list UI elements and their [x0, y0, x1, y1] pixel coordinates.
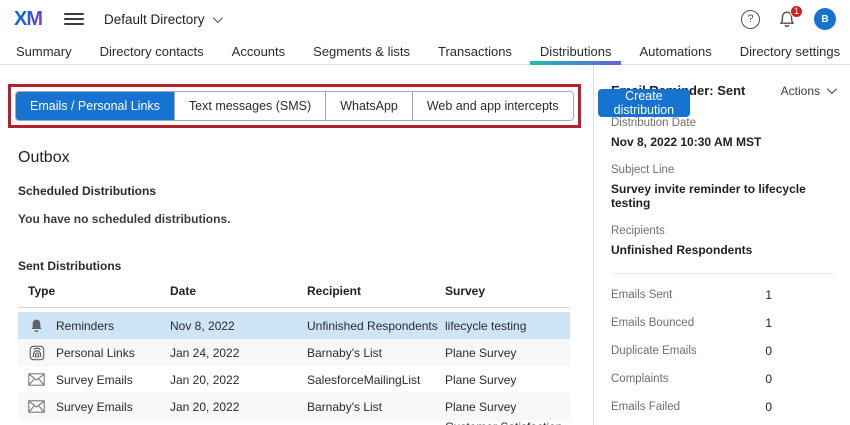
tab-automations[interactable]: Automations	[625, 38, 725, 64]
tab-directory-settings[interactable]: Directory settings	[726, 38, 850, 64]
directory-nav: Summary Directory contacts Accounts Segm…	[0, 38, 850, 65]
scheduled-empty-message: You have no scheduled distributions.	[18, 212, 593, 226]
row-date: Jan 20, 2022	[170, 373, 307, 387]
row-survey: Plane Survey	[445, 373, 570, 387]
directory-selector-label: Default Directory	[104, 12, 205, 27]
table-row[interactable]: Survey Emails Jun 29, 2021 Bounced Email…	[18, 420, 570, 425]
row-recipient: Barnaby's List	[307, 400, 445, 414]
chevron-down-icon	[213, 13, 223, 23]
stat-complaints: Complaints 0	[611, 372, 772, 386]
outbox-title: Outbox	[18, 149, 593, 167]
distribution-date-value: Nov 8, 2022 10:30 AM MST	[611, 135, 834, 149]
sent-distributions-heading: Sent Distributions	[18, 259, 593, 273]
topbar: XM Default Directory ? 1 B	[0, 0, 850, 38]
row-recipient: Unfinished Respondents	[307, 319, 445, 333]
table-row[interactable]: Reminders Nov 8, 2022 Unfinished Respond…	[18, 312, 570, 339]
avatar[interactable]: B	[814, 8, 836, 30]
stat-emails-bounced: Emails Bounced 1	[611, 316, 772, 330]
column-header-recipient: Recipient	[307, 284, 445, 298]
row-date: Jan 24, 2022	[170, 346, 307, 360]
tab-summary[interactable]: Summary	[2, 38, 86, 64]
stat-duplicate-emails: Duplicate Emails 0	[611, 344, 772, 358]
stat-emails-sent: Emails Sent 1	[611, 288, 772, 302]
sent-distributions-table: Type Date Recipient Survey Re	[18, 275, 570, 425]
row-type: Survey Emails	[56, 400, 133, 414]
distribution-detail-panel: Email Reminder: Sent Actions Distributio…	[593, 65, 850, 425]
subject-line-label: Subject Line	[611, 164, 834, 176]
directory-selector[interactable]: Default Directory	[104, 12, 220, 27]
table-header: Type Date Recipient Survey	[18, 275, 570, 308]
email-stats: Emails Sent 1 Emails Bounced 1 Duplicate…	[611, 288, 834, 425]
create-distribution-button[interactable]: Create distribution	[598, 89, 690, 117]
distribution-date-label: Distribution Date	[611, 117, 834, 129]
tab-directory-contacts[interactable]: Directory contacts	[86, 38, 218, 64]
row-recipient: SalesforceMailingList	[307, 373, 445, 387]
panel-divider	[611, 273, 834, 274]
chevron-down-icon	[827, 84, 837, 94]
channel-tab-emails-personal-links[interactable]: Emails / Personal Links	[16, 92, 174, 120]
help-icon[interactable]: ?	[741, 10, 760, 29]
table-row[interactable]: Survey Emails Jan 20, 2022 Barnaby's Lis…	[18, 393, 570, 420]
fingerprint-icon	[28, 345, 45, 361]
actions-dropdown[interactable]: Actions	[781, 84, 834, 98]
row-type: Reminders	[56, 319, 114, 333]
column-header-date: Date	[170, 284, 307, 298]
row-survey: lifecycle testing	[445, 319, 570, 333]
channel-tab-web-app-intercepts[interactable]: Web and app intercepts	[412, 92, 573, 120]
distributions-main: Emails / Personal Links Text messages (S…	[0, 65, 593, 425]
hamburger-menu-icon[interactable]	[64, 10, 84, 28]
actions-label: Actions	[781, 84, 820, 98]
row-survey: Customer Satisfaction Sur...	[445, 420, 570, 425]
row-type: Personal Links	[56, 346, 135, 360]
recipients-value: Unfinished Respondents	[611, 243, 834, 257]
annotation-highlight-box: Emails / Personal Links Text messages (S…	[8, 84, 581, 128]
recipients-label: Recipients	[611, 225, 834, 237]
subject-line-value: Survey invite reminder to lifecycle test…	[611, 182, 834, 210]
row-type: Survey Emails	[56, 373, 133, 387]
tab-segments-lists[interactable]: Segments & lists	[299, 38, 424, 64]
scheduled-distributions-heading: Scheduled Distributions	[18, 184, 593, 198]
row-survey: Plane Survey	[445, 346, 570, 360]
column-header-type: Type	[18, 284, 170, 298]
row-survey: Plane Survey	[445, 400, 570, 414]
envelope-icon	[28, 373, 45, 386]
tab-accounts[interactable]: Accounts	[218, 38, 299, 64]
envelope-icon	[28, 400, 45, 413]
notification-badge: 1	[790, 5, 803, 18]
tab-distributions[interactable]: Distributions	[526, 38, 626, 64]
bell-icon	[28, 318, 45, 334]
channel-tab-group: Emails / Personal Links Text messages (S…	[15, 91, 574, 121]
table-row[interactable]: Survey Emails Jan 20, 2022 SalesforceMai…	[18, 366, 570, 393]
channel-tab-text-messages-sms[interactable]: Text messages (SMS)	[174, 92, 325, 120]
row-recipient: Barnaby's List	[307, 346, 445, 360]
xm-logo[interactable]: XM	[14, 8, 42, 31]
table-row[interactable]: Personal Links Jan 24, 2022 Barnaby's Li…	[18, 339, 570, 366]
stat-emails-failed: Emails Failed 0	[611, 400, 772, 414]
channel-tab-whatsapp[interactable]: WhatsApp	[325, 92, 412, 120]
column-header-survey: Survey	[445, 284, 570, 298]
row-date: Jan 20, 2022	[170, 400, 307, 414]
notifications-button[interactable]: 1	[778, 10, 796, 29]
tab-transactions[interactable]: Transactions	[424, 38, 526, 64]
row-date: Nov 8, 2022	[170, 319, 307, 333]
